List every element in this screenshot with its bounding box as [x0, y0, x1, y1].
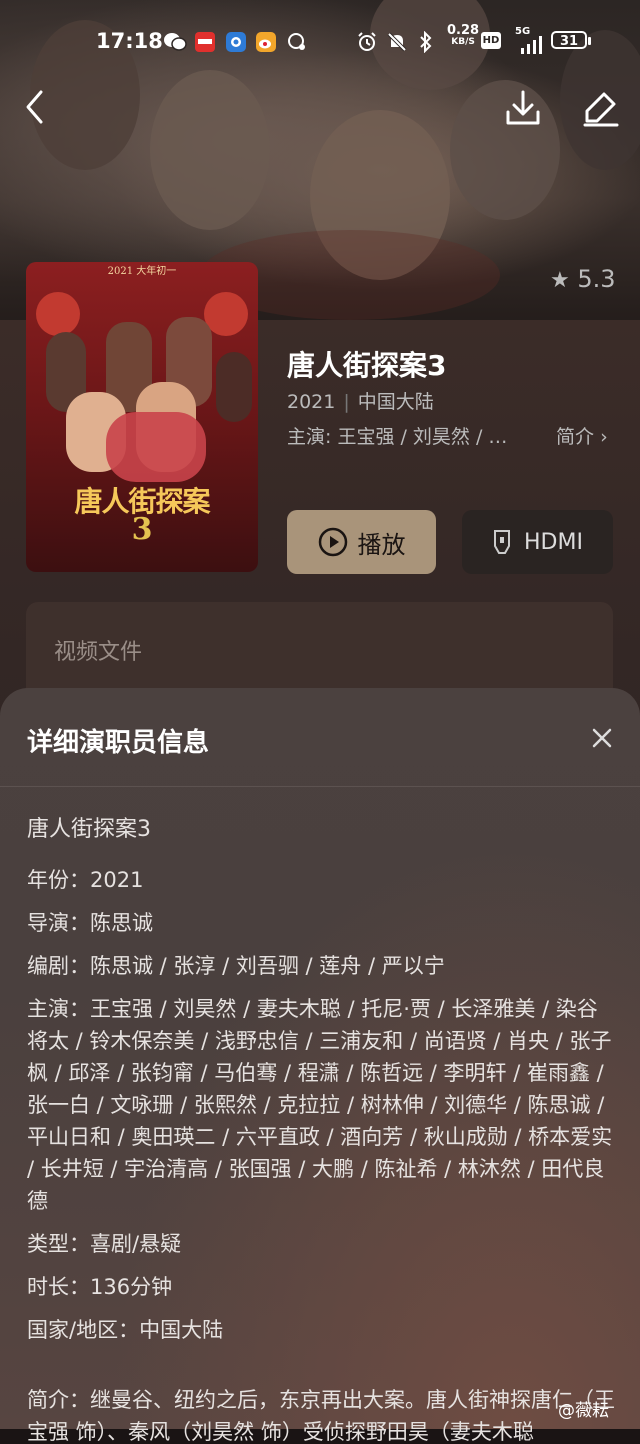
wechat-icon: [164, 33, 187, 51]
poster-logo-number: 3: [131, 512, 153, 547]
info-cast: 主演：王宝强 / 刘昊然 / 妻夫木聪 / 托尼·贾 / 长泽雅美 / 染谷将太…: [27, 997, 613, 1213]
info-duration: 时长：136分钟: [27, 1275, 173, 1299]
toutiao-icon: [195, 32, 215, 52]
intro-link[interactable]: 简介 ›: [556, 422, 608, 449]
info-movie-title: 唐人街探案3: [27, 817, 151, 842]
cast-summary[interactable]: 主演: 王宝强 / 刘昊然 / 妻夫木聪 / 托尼·贾: [287, 422, 517, 449]
info-synopsis: 简介：继曼谷、纽约之后，东京再出大案。唐人街神探唐仁（王宝强 饰）、秦风（刘昊然…: [27, 1388, 615, 1444]
signal-icon: [521, 36, 542, 54]
chat-bubble-icon: [288, 33, 305, 50]
movie-year: 2021: [287, 391, 336, 413]
play-button-label: 播放: [357, 530, 406, 559]
play-icon: [318, 527, 347, 557]
alarm-icon: [358, 32, 376, 51]
cast-info-list: 唐人街探案3 年份：2021 导演：陈思诚 编剧：陈思诚 / 张淳 / 刘吾驷 …: [27, 814, 617, 1357]
rating-value: 5.3: [577, 265, 616, 293]
play-button[interactable]: 播放: [287, 510, 436, 574]
network-speed: 0.28 KB/S: [447, 23, 480, 47]
cast-info-sheet: 详细演职员信息 唐人街探案3 年份：2021 导演：陈思诚 编剧：陈思诚 / 张…: [0, 688, 640, 1444]
info-year: 年份：2021: [27, 868, 144, 892]
info-genre: 类型：喜剧/悬疑: [27, 1232, 182, 1256]
battery-indicator: 31: [551, 31, 591, 49]
sheet-title: 详细演职员信息: [27, 728, 210, 758]
hdmi-icon: [494, 530, 511, 554]
status-bar: 17:18 0.28 KB/S HD 5G 31: [0, 22, 640, 62]
chevron-right-icon: ›: [600, 426, 608, 448]
download-icon[interactable]: [503, 88, 543, 128]
movie-poster[interactable]: 2021 大年初一 唐人街探案 3: [26, 262, 258, 572]
watermark: @薇耘: [558, 1401, 609, 1421]
sheet-divider: [0, 786, 640, 787]
intro-link-label: 简介: [556, 426, 595, 448]
rating: ★ 5.3: [550, 265, 616, 293]
hdmi-button-label: HDMI: [524, 529, 583, 555]
mute-icon: [387, 32, 407, 52]
movie-title: 唐人街探案3: [287, 349, 447, 382]
video-files-label: 视频文件: [54, 640, 143, 665]
info-director: 导演：陈思诚: [27, 911, 153, 935]
movie-meta: 2021 | 中国大陆: [287, 391, 434, 413]
info-country: 国家/地区：中国大陆: [27, 1318, 224, 1342]
back-icon[interactable]: [22, 88, 48, 126]
star-icon: ★: [550, 268, 570, 293]
edit-icon[interactable]: [582, 88, 620, 128]
poster-date-text: 2021 大年初一: [107, 266, 177, 277]
hdmi-button[interactable]: HDMI: [462, 510, 613, 574]
browser-icon: [226, 32, 246, 52]
hd-badge: HD: [481, 32, 501, 49]
close-icon[interactable]: [590, 726, 614, 750]
status-time: 17:18: [96, 29, 163, 53]
movie-region: 中国大陆: [357, 391, 434, 413]
bluetooth-icon: [420, 31, 432, 53]
info-writers: 编剧：陈思诚 / 张淳 / 刘吾驷 / 莲舟 / 严以宁: [27, 954, 445, 978]
weibo-icon: [256, 32, 276, 52]
